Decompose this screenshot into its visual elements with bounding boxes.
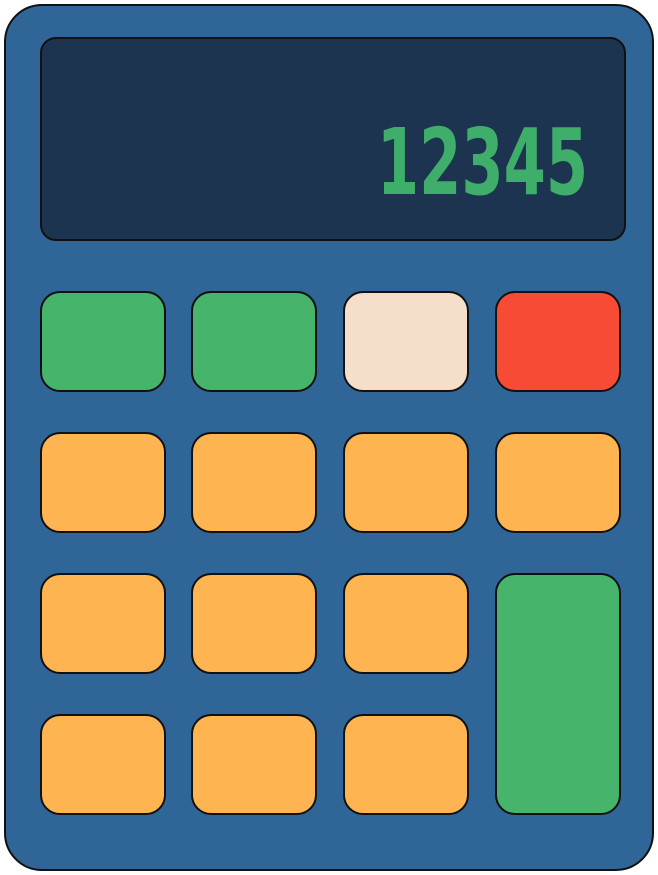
key-tall-r3-c4[interactable] <box>495 573 621 815</box>
key-r4-c2[interactable] <box>191 714 317 815</box>
key-r3-c3[interactable] <box>343 573 469 674</box>
key-r2-c2[interactable] <box>191 432 317 533</box>
key-r2-c3[interactable] <box>343 432 469 533</box>
key-r2-c4[interactable] <box>495 432 621 533</box>
key-r4-c3[interactable] <box>343 714 469 815</box>
key-r1-c2[interactable] <box>191 291 317 392</box>
key-r1-c3[interactable] <box>343 291 469 392</box>
key-r3-c2[interactable] <box>191 573 317 674</box>
key-r3-c1[interactable] <box>40 573 166 674</box>
key-r1-c4[interactable] <box>495 291 621 392</box>
key-r4-c1[interactable] <box>40 714 166 815</box>
key-r1-c1[interactable] <box>40 291 166 392</box>
key-r2-c1[interactable] <box>40 432 166 533</box>
display-value: 12345 <box>376 109 588 216</box>
calculator-body: 12345 <box>4 4 654 871</box>
calculator-display: 12345 <box>40 37 626 241</box>
